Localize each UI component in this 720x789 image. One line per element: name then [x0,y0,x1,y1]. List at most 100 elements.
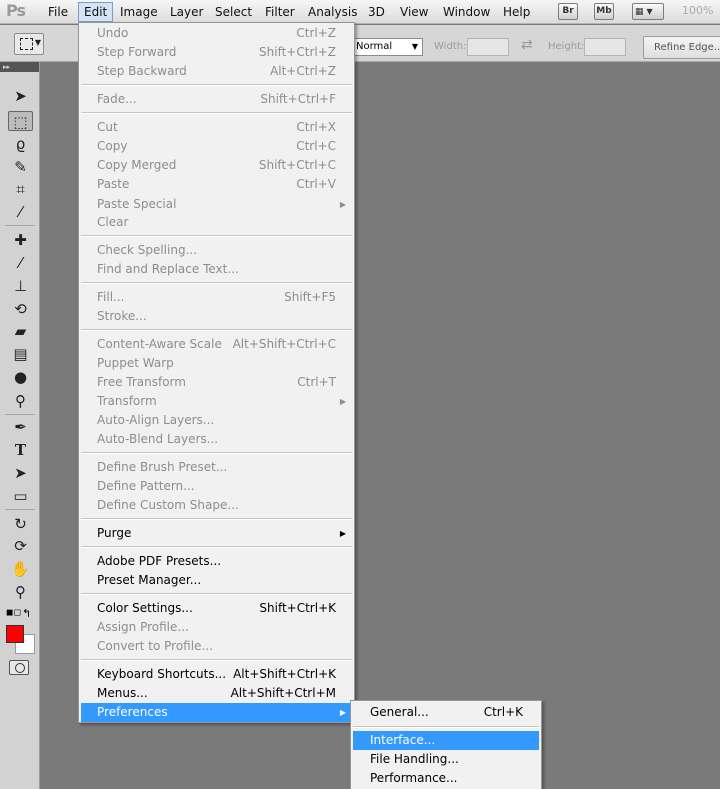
menu-item-preset-manager[interactable]: Preset Manager... [81,571,352,590]
move-tool-icon[interactable]: ➤ [8,86,33,106]
menu-3d[interactable]: 3D [363,2,390,22]
bridge-button[interactable]: Br [558,3,578,20]
panel-collapse-bar[interactable]: ▸▸ [0,62,39,72]
menu-item-label: Copy Merged [97,158,177,172]
menu-item-file-handling[interactable]: File Handling... [353,750,539,769]
menu-item-label: Find and Replace Text... [97,262,239,276]
zoom-tool-icon[interactable]: ⚲ [8,582,33,602]
tool-preset-picker[interactable]: ▼ [14,33,44,55]
menu-item-color-settings[interactable]: Color Settings... Shift+Ctrl+K [81,599,352,618]
menu-item-define-pattern[interactable]: Define Pattern... [81,477,352,496]
menu-item-performance[interactable]: Performance... [353,769,539,788]
menu-item-auto-blend[interactable]: Auto-Blend Layers... [81,430,352,449]
menu-item-convert-profile[interactable]: Convert to Profile... [81,637,352,656]
path-selection-tool-icon[interactable]: ➤ [8,463,33,483]
height-field[interactable] [584,38,626,56]
swap-colors-icon[interactable]: ↰ [22,607,31,620]
menu-item-stroke[interactable]: Stroke... [81,307,352,326]
refine-edge-button[interactable]: Refine Edge... [643,36,720,59]
menu-item-paste[interactable]: Paste Ctrl+V [81,175,352,194]
type-tool-icon[interactable]: T [8,440,33,460]
zoom-level[interactable]: 100% [682,4,713,17]
quick-mask-button[interactable] [9,660,29,675]
menu-item-auto-align[interactable]: Auto-Align Layers... [81,411,352,430]
menu-item-puppet-warp[interactable]: Puppet Warp [81,354,352,373]
3d-orbit-tool-icon[interactable]: ⟳ [8,536,33,556]
menu-select[interactable]: Select [210,2,257,22]
clone-stamp-tool-icon[interactable]: ⊥ [8,276,33,296]
rectangle-tool-icon[interactable]: ▭ [8,486,33,506]
menu-item-label: Define Brush Preset... [97,460,228,474]
gradient-tool-icon[interactable]: ▤ [8,344,33,364]
menu-help[interactable]: Help [498,2,535,22]
grid-icon: ▦ [635,7,644,17]
lasso-tool-icon[interactable]: ϱ [8,134,33,154]
menu-item-pdf-presets[interactable]: Adobe PDF Presets... [81,552,352,571]
submenu-arrow-icon: ▶ [339,708,346,717]
history-brush-tool-icon[interactable]: ⟲ [8,299,33,319]
spot-healing-brush-tool-icon[interactable]: ✚ [8,230,33,250]
menu-item-preferences[interactable]: Preferences ▶ [81,703,352,722]
menu-item-free-transform[interactable]: Free Transform Ctrl+T [81,373,352,392]
menu-item-copy-merged[interactable]: Copy Merged Shift+Ctrl+C [81,156,352,175]
crop-tool-icon[interactable]: ⌗ [8,179,33,199]
menu-item-label: General... [370,705,429,719]
menu-item-interface[interactable]: Interface... [353,731,539,750]
eyedropper-tool-icon[interactable]: ⁄ [8,202,33,222]
menu-window[interactable]: Window [438,2,495,22]
menu-item-menus[interactable]: Menus... Alt+Shift+Ctrl+M [81,684,352,703]
menu-item-label: Adobe PDF Presets... [97,554,222,568]
menu-item-purge[interactable]: Purge ▶ [81,524,352,543]
menu-item-fade[interactable]: Fade... Shift+Ctrl+F [81,90,352,109]
style-select[interactable]: Normal ▼ [351,38,423,56]
menu-item-label: Preset Manager... [97,573,202,587]
menu-item-clear[interactable]: Clear [81,213,352,232]
menu-item-shortcut: Shift+Ctrl+C [258,158,336,172]
submenu-arrow-icon: ▶ [339,529,346,538]
mini-bridge-button[interactable]: Mb [594,3,614,20]
menu-layer[interactable]: Layer [165,2,208,22]
menu-item-cut[interactable]: Cut Ctrl+X [81,118,352,137]
default-colors-icon[interactable]: ◼◻ [6,608,21,618]
menu-item-assign-profile[interactable]: Assign Profile... [81,618,352,637]
menu-item-step-backward[interactable]: Step Backward Alt+Ctrl+Z [81,62,352,81]
menu-item-paste-special[interactable]: Paste Special ▶ [81,195,352,214]
menu-item-label: Fill... [97,290,125,304]
menu-filter[interactable]: Filter [260,2,300,22]
style-select-value: Normal [356,41,393,52]
brush-tool-icon[interactable]: ⁄ [8,253,33,273]
3d-rotate-tool-icon[interactable]: ↻ [8,514,33,534]
foreground-color-swatch[interactable] [6,625,24,643]
blur-tool-icon[interactable]: ● [8,367,33,387]
menu-item-transform[interactable]: Transform ▶ [81,392,352,411]
menu-view[interactable]: View [395,2,433,22]
dodge-tool-icon[interactable]: ⚲ [8,391,33,411]
menu-item-define-shape[interactable]: Define Custom Shape... [81,496,352,515]
width-field[interactable] [467,38,509,56]
menu-item-content-aware-scale[interactable]: Content-Aware Scale Alt+Shift+Ctrl+C [81,335,352,354]
quick-selection-tool-icon[interactable]: ✎ [8,157,33,177]
menu-item-shortcut: Ctrl+T [297,375,336,389]
marquee-icon [20,38,33,50]
menu-item-general[interactable]: General... Ctrl+K [353,703,539,722]
eraser-tool-icon[interactable]: ▰ [8,321,33,341]
menu-analysis[interactable]: Analysis [303,2,362,22]
menu-item-undo[interactable]: Undo Ctrl+Z [81,24,352,43]
menu-item-fill[interactable]: Fill... Shift+F5 [81,288,352,307]
menu-item-check-spelling[interactable]: Check Spelling... [81,241,352,260]
menu-separator [81,329,352,331]
menu-item-find-replace[interactable]: Find and Replace Text... [81,260,352,279]
menu-image[interactable]: Image [115,2,163,22]
menu-file[interactable]: File [43,2,73,22]
menu-item-keyboard-shortcuts[interactable]: Keyboard Shortcuts... Alt+Shift+Ctrl+K [81,665,352,684]
menu-item-define-brush[interactable]: Define Brush Preset... [81,458,352,477]
menu-item-copy[interactable]: Copy Ctrl+C [81,137,352,156]
rectangular-marquee-tool-icon[interactable]: ⬚ [8,111,33,131]
menu-separator [81,659,352,661]
hand-tool-icon[interactable]: ✋ [8,559,33,579]
view-extras-button[interactable]: ▦ ▼ [632,3,664,20]
pen-tool-icon[interactable]: ✒ [8,417,33,437]
swap-dimensions-icon[interactable]: ⇄ [521,37,533,53]
menu-edit[interactable]: Edit [78,2,114,22]
menu-item-step-forward[interactable]: Step Forward Shift+Ctrl+Z [81,43,352,62]
